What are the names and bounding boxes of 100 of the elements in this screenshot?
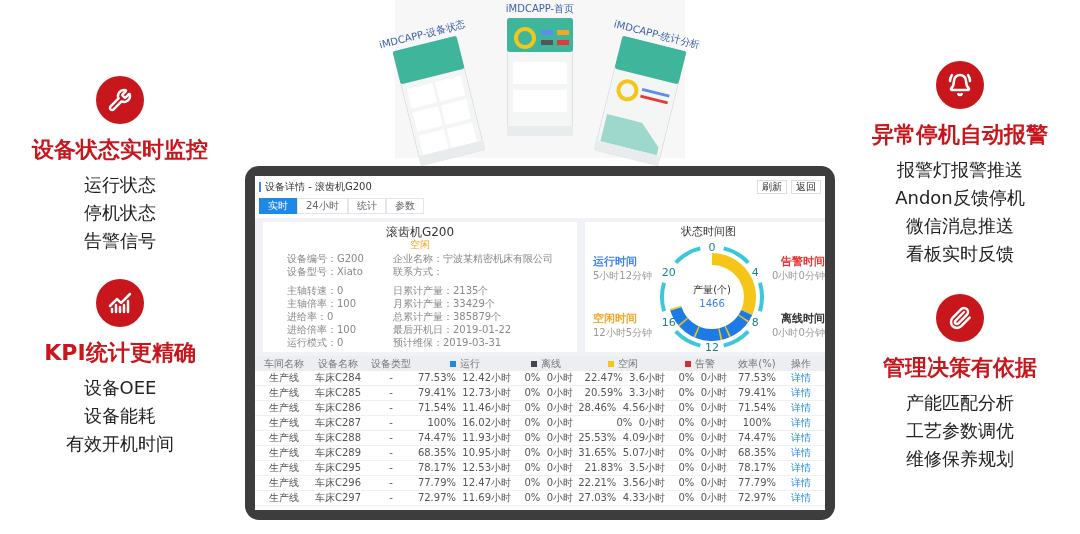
- table-cell-text: 68.35% 10.95小时: [416, 448, 512, 458]
- feature-item: 停机状态: [84, 201, 156, 226]
- table-cell-text: 22.21% 3.56小时: [577, 478, 666, 488]
- column-header: 告警: [695, 358, 715, 369]
- output-value: 1466: [699, 299, 725, 309]
- machine-name: 滚齿机G200: [385, 226, 455, 238]
- tab[interactable]: 24小时: [297, 198, 348, 214]
- details-link[interactable]: 详情: [783, 373, 819, 383]
- table-cell-text: 100%: [741, 418, 773, 428]
- phone-title: iMDCAPP-首页: [505, 4, 575, 14]
- feature-item: 设备OEE: [83, 376, 157, 401]
- feature-item: 设备能耗: [84, 404, 156, 429]
- hour-label: 20: [661, 266, 676, 279]
- table-cell-text: -: [388, 478, 394, 488]
- hour-label: 16: [661, 316, 676, 329]
- table-cell-text: 0% 0小时: [677, 448, 728, 458]
- table-cell-text: 车床C287: [313, 418, 363, 428]
- info-field: 企业名称：宁波某精密机床有限公司: [393, 254, 553, 265]
- tab[interactable]: 参数: [385, 198, 424, 214]
- table-cell-text: -: [388, 403, 394, 413]
- info-field: 总累计产量：385879个: [393, 312, 553, 323]
- feature-item: Andon反馈停机: [895, 186, 1025, 211]
- table-cell-text: -: [388, 418, 394, 428]
- header-button[interactable]: 刷新: [757, 180, 787, 194]
- feature-badge-icon: [936, 60, 984, 109]
- table-cell-text: 0% 0小时: [523, 418, 574, 428]
- table-cell-text: -: [388, 388, 394, 398]
- column-header: 空闲: [618, 358, 638, 369]
- legend-label: 运行时间: [593, 256, 637, 267]
- table-cell-text: 78.17%: [736, 463, 778, 473]
- table-cell-text: 27.03% 4.33小时: [577, 493, 666, 503]
- feature-heading: 管理决策有依据: [883, 353, 1037, 382]
- table-cell-text: 0% 0小时: [677, 418, 728, 428]
- table-cell-text: 77.53%: [736, 373, 778, 383]
- column-header: 效率(%): [738, 358, 776, 369]
- details-link[interactable]: 详情: [783, 388, 819, 398]
- table-cell-text: 79.41% 12.73小时: [416, 388, 512, 398]
- legend-label: 空闲时间: [593, 313, 637, 324]
- table-cell-text: 21.83% 3.5小时: [583, 463, 666, 473]
- legend-label: 告警时间: [780, 256, 825, 267]
- table-cell-text: -: [388, 493, 394, 503]
- feature-badge-icon: [96, 278, 144, 327]
- info-field: 主轴倍率：100: [287, 299, 377, 310]
- table-cell-text: 生产线: [268, 448, 300, 458]
- table-cell-text: 生产线: [268, 493, 300, 503]
- table-cell-text: 0% 0小时: [677, 433, 728, 443]
- table-cell-text: 生产线: [268, 388, 300, 398]
- feature-item: 有效开机时间: [66, 432, 174, 457]
- info-field: 日累计产量：2135个: [393, 286, 553, 297]
- output-label: 产量(个): [693, 285, 731, 295]
- column-header: 设备名称: [318, 358, 358, 369]
- table-cell-text: 车床C286: [313, 403, 363, 413]
- info-field: 主轴转速：0: [287, 286, 377, 297]
- table-cell-text: 77.79% 12.47小时: [416, 478, 512, 488]
- table-cell-text: 25.53% 4.09小时: [577, 433, 666, 443]
- header-button[interactable]: 返回: [791, 180, 821, 194]
- details-link[interactable]: 详情: [783, 493, 819, 503]
- table-cell-text: 0% 0小时: [677, 478, 728, 488]
- legend-value: 12小时5分钟: [593, 328, 653, 338]
- legend-value: 0小时0分钟: [772, 328, 825, 338]
- legend-label: 离线时间: [780, 313, 825, 324]
- info-field: 进给率：0: [287, 312, 377, 323]
- table-cell-text: 77.79%: [736, 478, 778, 488]
- table-cell-text: 74.47%: [736, 433, 778, 443]
- details-link[interactable]: 详情: [783, 433, 819, 443]
- table-cell-text: 74.47% 11.93小时: [416, 433, 512, 443]
- table-cell-text: 生产线: [268, 418, 300, 428]
- tab[interactable]: 实时: [259, 198, 297, 214]
- table-cell-text: 生产线: [268, 463, 300, 473]
- info-field: 运行模式：0: [287, 338, 377, 349]
- details-link[interactable]: 详情: [783, 463, 819, 473]
- table-cell-text: 0% 0小时: [523, 433, 574, 443]
- details-link[interactable]: 详情: [783, 403, 819, 413]
- details-link[interactable]: 详情: [783, 478, 819, 488]
- column-header: 运行: [460, 358, 480, 369]
- page-title: 设备详情 - 滚齿机G200: [259, 182, 372, 192]
- table-cell-text: 72.97% 11.69小时: [416, 493, 512, 503]
- feature-item: 运行状态: [84, 173, 156, 198]
- table-cell-text: 0% 0小时: [523, 478, 574, 488]
- table-cell-text: 20.59% 3.3小时: [583, 388, 666, 398]
- table-cell-text: 0% 0小时: [677, 388, 728, 398]
- table-cell-text: 77.53% 12.42小时: [416, 373, 512, 383]
- hour-label: 4: [751, 266, 759, 279]
- table-cell-text: 78.17% 12.53小时: [416, 463, 512, 473]
- table-cell-text: 生产线: [268, 478, 300, 488]
- table-cell-text: 0% 0小时: [677, 493, 728, 503]
- table-cell-text: 100% 16.02小时: [426, 418, 512, 428]
- tab[interactable]: 统计: [347, 198, 386, 214]
- table-cell-text: -: [388, 448, 394, 458]
- table-cell-text: 车床C285: [313, 388, 363, 398]
- table-cell-text: 71.54%: [736, 403, 778, 413]
- table-cell-text: 68.35%: [736, 448, 778, 458]
- table-cell-text: 生产线: [268, 403, 300, 413]
- table-cell-text: 0% 0小时: [523, 448, 574, 458]
- feature-item: 看板实时反馈: [906, 242, 1014, 267]
- details-link[interactable]: 详情: [783, 418, 819, 428]
- details-link[interactable]: 详情: [783, 448, 819, 458]
- column-header: 设备类型: [371, 358, 411, 369]
- info-field: 进给倍率：100: [287, 325, 377, 336]
- feature-badge-icon: [96, 75, 144, 124]
